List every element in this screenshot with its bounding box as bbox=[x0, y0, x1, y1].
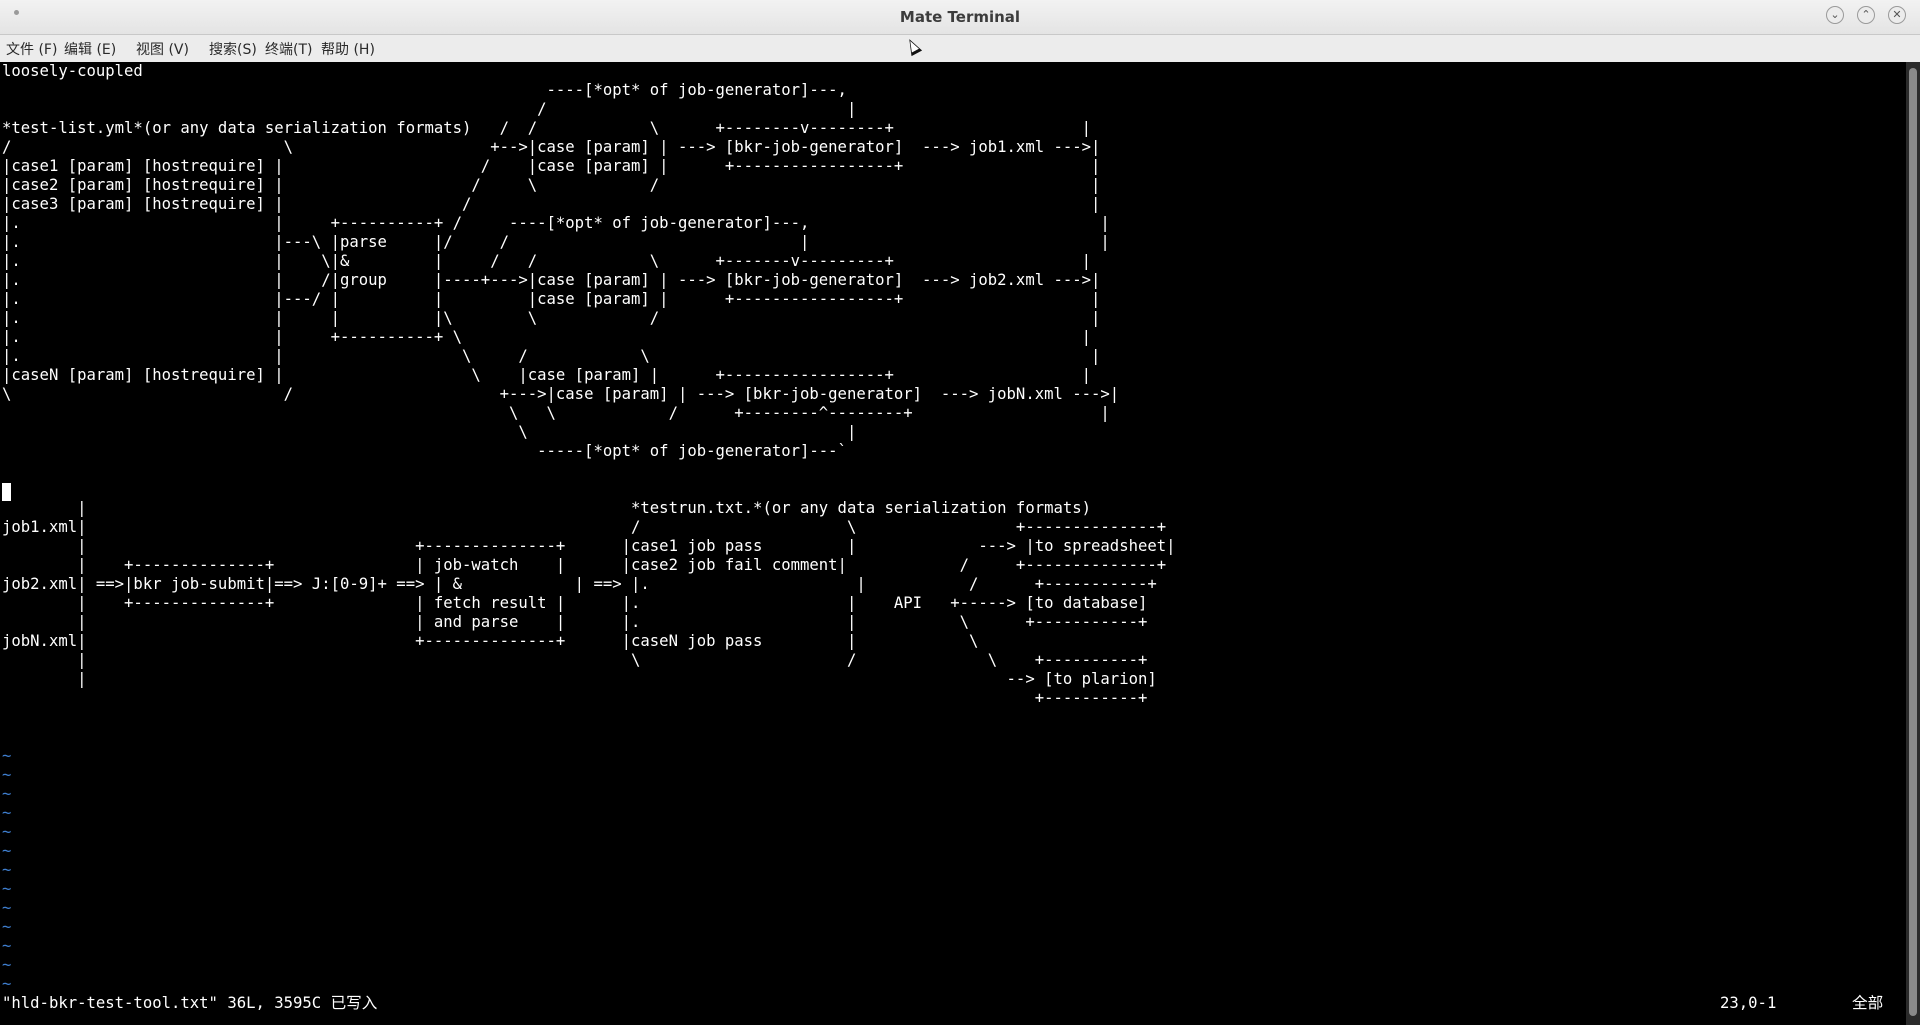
title-bar[interactable]: Mate Terminal ⌄ ⌃ ✕ bbox=[0, 0, 1920, 35]
menu-view[interactable]: 视图 (V) bbox=[136, 39, 189, 59]
maximize-button[interactable]: ⌃ bbox=[1857, 6, 1875, 24]
menu-search[interactable]: 搜索(S) bbox=[209, 39, 257, 59]
terminal-area[interactable]: loosely-coupled ----[*opt* of job-genera… bbox=[0, 62, 1906, 1025]
scrollbar[interactable] bbox=[1906, 62, 1920, 1025]
vim-status-scroll: 全部 bbox=[1852, 994, 1884, 1012]
menu-file[interactable]: 文件 (F) bbox=[6, 39, 57, 59]
vim-status-position: 23,0-1 bbox=[1720, 994, 1777, 1012]
menu-help[interactable]: 帮助 (H) bbox=[321, 39, 375, 59]
menu-terminal[interactable]: 终端(T) bbox=[265, 39, 312, 59]
text-cursor bbox=[2, 483, 11, 501]
menu-bar: 文件 (F) 编辑 (E) 视图 (V) 搜索(S) 终端(T) 帮助 (H) bbox=[0, 35, 1920, 63]
minimize-button[interactable]: ⌄ bbox=[1826, 6, 1844, 24]
window-title: Mate Terminal bbox=[899, 8, 1021, 26]
menu-edit[interactable]: 编辑 (E) bbox=[64, 39, 116, 59]
terminal-text: loosely-coupled ----[*opt* of job-genera… bbox=[2, 62, 1176, 707]
scrollbar-thumb[interactable] bbox=[1909, 68, 1917, 1016]
vim-status-file-info: "hld-bkr-test-tool.txt" 36L, 3595C 已写入 bbox=[2, 994, 378, 1012]
close-button[interactable]: ✕ bbox=[1888, 6, 1906, 24]
empty-line-markers: ~ ~ ~ ~ ~ ~ ~ ~ ~ ~ ~ ~ ~ bbox=[2, 747, 12, 993]
terminal-window: Mate Terminal ⌄ ⌃ ✕ 文件 (F) 编辑 (E) 视图 (V)… bbox=[0, 0, 1920, 1025]
